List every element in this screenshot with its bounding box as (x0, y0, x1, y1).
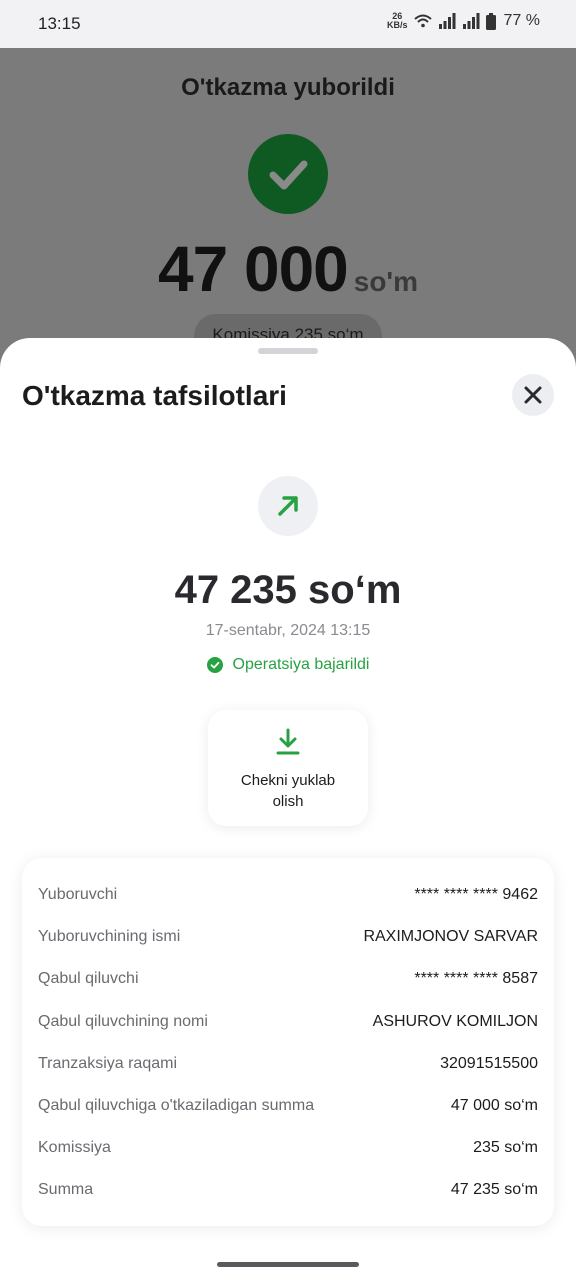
signal-icon (462, 13, 480, 29)
check-icon (269, 160, 308, 190)
detail-row-sender-card: Yuboruvchi **** **** **** 9462 (38, 886, 538, 904)
network-speed: 26 KB/s (387, 11, 408, 30)
sheet-title: O'tkazma tafsilotlari (22, 380, 287, 411)
battery-level: 77 % (503, 12, 540, 29)
download-receipt-label: Chekni yuklab olish (240, 772, 336, 810)
transfer-amount: 47 235 so‘m (174, 568, 402, 612)
close-button[interactable] (512, 374, 554, 416)
transfer-datetime: 17-sentabr, 2024 13:15 (205, 622, 371, 639)
success-check-badge (248, 134, 328, 214)
battery-icon (485, 12, 496, 30)
detail-row-recipient-amount: Qabul qiluvchiga o'tkaziladigan summa 47… (38, 1097, 538, 1115)
arrow-up-right-icon (278, 496, 298, 516)
success-amount: 47 000 so'm (158, 233, 418, 305)
sheet-drag-handle[interactable] (258, 348, 318, 354)
detail-row-recipient-card: Qabul qiluvchi **** **** **** 8587 (38, 970, 538, 988)
outgoing-transfer-badge (258, 476, 318, 536)
status-bar: 13:15 26 KB/s 77 % (0, 0, 576, 48)
detail-row-recipient-name: Qabul qiluvchining nomi ASHUROV KOMILJON (38, 1012, 538, 1030)
close-icon (524, 386, 542, 404)
details-card: Yuboruvchi **** **** **** 9462 Yuboruvch… (22, 858, 554, 1226)
download-receipt-button[interactable]: Chekni yuklab olish (208, 710, 368, 826)
download-icon (276, 728, 300, 755)
detail-row-commission: Komissiya 235 so‘m (38, 1139, 538, 1157)
wifi-icon (413, 14, 432, 28)
signal-icon (438, 13, 456, 29)
success-title: O'tkazma yuborildi (181, 74, 395, 101)
status-time: 13:15 (38, 14, 81, 33)
status-icons: 26 KB/s 77 % (387, 12, 540, 30)
detail-row-transaction-id: Tranzaksiya raqami 32091515500 (38, 1054, 538, 1072)
check-circle-icon (206, 657, 223, 673)
detail-row-sender-name: Yuboruvchining ismi RAXIMJONOV SARVAR (38, 928, 538, 946)
home-indicator[interactable] (217, 1262, 359, 1267)
detail-row-total: Summa 47 235 so‘m (38, 1181, 538, 1199)
status-text: Operatsiya bajarildi (232, 656, 370, 673)
transfer-details-sheet: O'tkazma tafsilotlari 47 235 so‘m 17-sen… (0, 338, 576, 1280)
operation-status: Operatsiya bajarildi (0, 656, 576, 674)
